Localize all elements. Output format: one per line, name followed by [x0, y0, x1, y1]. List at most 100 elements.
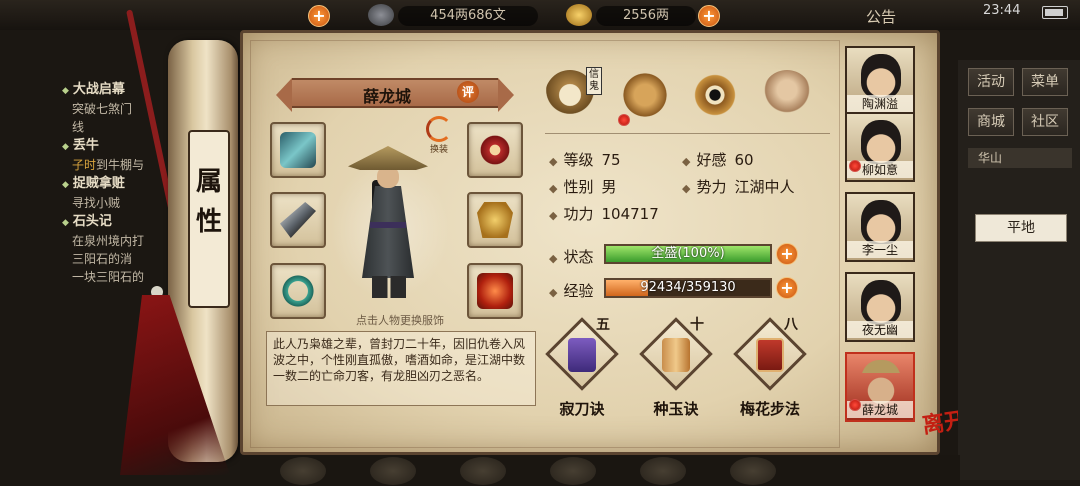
character-legs	[372, 276, 406, 298]
equip-slot-weapon[interactable]	[270, 192, 326, 248]
attr-value: 104717	[601, 205, 659, 223]
attr-value: 60	[734, 151, 754, 169]
terrain-label: 平地	[975, 214, 1067, 242]
member-name: 夜无幽	[847, 321, 913, 338]
skill-name: 种玉诀	[653, 400, 699, 418]
skill-level: 五	[596, 317, 610, 333]
add-stamina-button[interactable]: +	[308, 5, 330, 27]
equip-slot-armor[interactable]	[467, 192, 523, 248]
portrait-icon	[861, 280, 901, 324]
quest-highlight: 子时	[72, 158, 97, 172]
notification-dot	[849, 160, 861, 172]
attr-label: 势力	[682, 178, 726, 196]
seal-char: 性	[195, 207, 222, 237]
state-bar: 全盛(100%)	[604, 244, 772, 264]
ring-icon	[280, 273, 316, 309]
portrait-icon	[861, 360, 901, 404]
battery-icon	[1042, 6, 1068, 19]
team-member[interactable]: 陶渊溢	[845, 46, 915, 116]
attr-label: 功力	[549, 205, 593, 223]
rate-button[interactable]: 评	[457, 81, 479, 103]
menu-button[interactable]: 社区	[1022, 108, 1068, 136]
team-member-selected[interactable]: 薛龙城	[845, 352, 915, 422]
character-description: 此人乃枭雄之辈，曾封刀二十年，因旧仇卷入风波之中，个性刚直孤傲，嗜酒如命，是江湖…	[266, 331, 536, 406]
nav-icon[interactable]	[280, 457, 326, 485]
team-list[interactable]: 陶渊溢 柳如意 李一尘 夜无幽 薛龙城	[845, 46, 919, 430]
silver-amount: 454两686文	[398, 6, 538, 26]
quest-text-rest: 到牛棚与	[96, 158, 145, 172]
portrait-icon	[861, 120, 901, 164]
divider	[545, 133, 830, 134]
menu-button[interactable]: 活动	[968, 68, 1014, 96]
refresh-icon	[426, 116, 452, 142]
member-name: 李一尘	[847, 241, 913, 258]
attr-value: 江湖中人	[734, 178, 795, 196]
skill-level: 八	[784, 317, 798, 333]
team-member[interactable]: 李一尘	[845, 192, 915, 262]
character-name: 薛龙城	[362, 87, 411, 106]
exp-bar: 92434/359130	[604, 278, 772, 298]
outfit-label: 换装	[429, 145, 448, 155]
skill-item[interactable]: 八 梅花步法	[732, 317, 808, 420]
change-outfit-button[interactable]: 换装	[422, 116, 456, 155]
blade-icon	[280, 202, 316, 238]
outfit-hint: 点击人物更换服饰	[356, 314, 444, 327]
status-tag: 信 鬼	[586, 67, 602, 95]
belt-icon	[477, 132, 513, 168]
attr-label: 性别	[549, 178, 593, 196]
equip-slot-boots[interactable]	[467, 263, 523, 319]
nav-icon[interactable]	[460, 457, 506, 485]
portrait-icon	[861, 200, 901, 244]
skill-item[interactable]: 十 种玉诀	[638, 317, 714, 420]
member-name: 陶渊溢	[847, 95, 913, 112]
treasure-box-icon[interactable]	[620, 70, 670, 120]
skill-name: 梅花步法	[739, 400, 800, 418]
nav-icon[interactable]	[640, 457, 686, 485]
location-label: 华山	[968, 148, 1072, 168]
attr-value: 75	[601, 151, 621, 169]
attr-level: 等级 75	[549, 149, 621, 170]
seal-char: 属	[195, 167, 222, 197]
bagua-icon[interactable]	[690, 70, 740, 120]
attr-faction: 势力江湖中人	[682, 176, 795, 197]
team-member[interactable]: 夜无幽	[845, 272, 915, 342]
gold-ingot-icon	[566, 4, 592, 26]
equip-slot-ring[interactable]	[270, 263, 326, 319]
notification-dot	[849, 399, 861, 411]
clock: 23:44	[983, 3, 1021, 18]
attr-label: 好感	[682, 151, 726, 169]
top-status-bar: 454两686文 2556两 + + 公告 23:44	[0, 0, 1080, 30]
portrait-icon	[861, 54, 901, 98]
meridian-body-icon[interactable]	[762, 70, 812, 120]
state-label: 状态	[549, 246, 593, 267]
attr-power: 功力 104717	[549, 203, 659, 224]
equip-slot-bracer[interactable]	[270, 122, 326, 178]
notification-dot	[618, 114, 630, 126]
armor-icon	[477, 202, 513, 238]
state-bar-text: 全盛(100%)	[651, 246, 725, 261]
skill-level: 十	[690, 317, 704, 333]
nav-icon[interactable]	[550, 457, 596, 485]
attr-favor: 好感 60	[682, 149, 754, 170]
add-gold-button[interactable]: +	[698, 5, 720, 27]
attribute-seal: 属 性	[188, 130, 230, 308]
notice-button[interactable]: 公告	[866, 6, 896, 27]
exp-label: 经验	[549, 280, 593, 301]
character-sash	[370, 222, 406, 228]
restore-state-button[interactable]: +	[776, 243, 798, 265]
exp-bar-text: 92434/359130	[640, 280, 736, 295]
equip-slot-belt[interactable]	[467, 122, 523, 178]
add-exp-button[interactable]: +	[776, 277, 798, 299]
gold-amount: 2556两	[596, 6, 696, 26]
attr-gender: 性别男	[549, 176, 617, 197]
nav-icon[interactable]	[370, 457, 416, 485]
skill-name: 寂刀诀	[559, 400, 605, 418]
attr-value: 男	[601, 178, 617, 196]
skill-item[interactable]: 五 寂刀诀	[544, 317, 620, 420]
nav-icon[interactable]	[730, 457, 776, 485]
scroll-roll-icon	[662, 338, 690, 372]
menu-button[interactable]: 商城	[968, 108, 1014, 136]
menu-button[interactable]: 菜单	[1022, 68, 1068, 96]
red-book-icon	[756, 338, 784, 372]
bottom-nav	[240, 455, 960, 486]
